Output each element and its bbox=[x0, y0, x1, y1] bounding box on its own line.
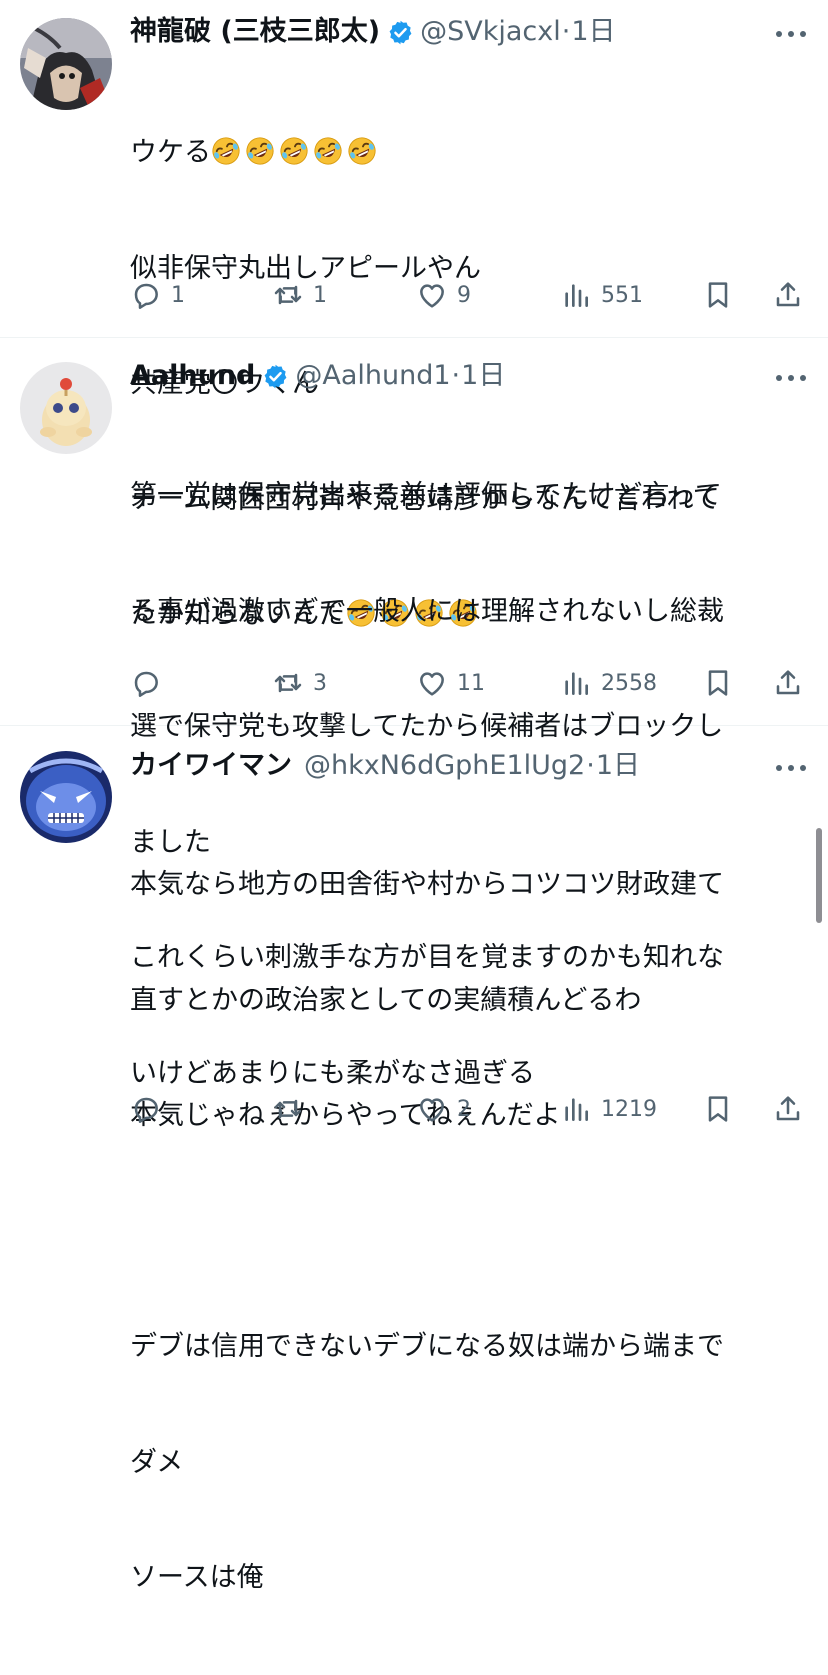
like-count: 9 bbox=[457, 282, 471, 308]
text-line: ウケる bbox=[130, 134, 798, 173]
heart-icon bbox=[420, 672, 444, 696]
separator: · bbox=[451, 360, 461, 391]
reply-button[interactable] bbox=[130, 1089, 171, 1129]
repost-count: 1 bbox=[313, 282, 327, 308]
verified-badge-icon bbox=[264, 364, 287, 388]
repost-icon bbox=[274, 1099, 302, 1119]
repost-icon bbox=[274, 285, 302, 305]
more-options-icon[interactable] bbox=[776, 373, 806, 383]
avatar[interactable] bbox=[20, 751, 112, 843]
views-button[interactable]: 2558 bbox=[560, 663, 657, 703]
avatar[interactable] bbox=[20, 362, 112, 454]
share-button[interactable] bbox=[772, 1089, 804, 1129]
separator: · bbox=[586, 750, 595, 781]
reply-button[interactable]: 1 bbox=[130, 275, 185, 315]
tweet-text: 本気なら地方の田舎街や村からコツコツ財政建て 直すとかの政治家としての実績積んど… bbox=[130, 789, 798, 1675]
display-name[interactable]: カイワイマン bbox=[130, 748, 292, 784]
repost-button[interactable]: 1 bbox=[272, 275, 327, 315]
avatar[interactable] bbox=[20, 18, 112, 110]
heart-icon bbox=[420, 284, 444, 308]
repost-button[interactable] bbox=[272, 1089, 313, 1129]
bookmark-icon bbox=[708, 670, 728, 696]
tweet-actions: 2 1219 bbox=[130, 1089, 806, 1129]
figurine-avatar-icon bbox=[20, 362, 112, 454]
tweet[interactable]: 神龍破 (三枝三郎太) @SVkjacxl · 1日 ウケる 似非保守丸出しアピ… bbox=[0, 0, 828, 630]
handle[interactable]: @SVkjacxl bbox=[420, 14, 561, 50]
reply-icon bbox=[134, 283, 158, 309]
view-count: 1219 bbox=[601, 1096, 657, 1122]
text-line bbox=[130, 1213, 798, 1252]
share-icon bbox=[776, 282, 800, 307]
views-chart-icon bbox=[565, 672, 588, 695]
timestamp[interactable]: 1日 bbox=[571, 14, 615, 50]
share-icon bbox=[776, 1096, 800, 1121]
views-button[interactable]: 551 bbox=[560, 275, 643, 315]
heart-icon bbox=[420, 1098, 444, 1122]
display-name[interactable]: Aalhund bbox=[130, 358, 255, 394]
bookmark-button[interactable] bbox=[702, 275, 734, 315]
share-button[interactable] bbox=[772, 275, 804, 315]
scrollbar[interactable] bbox=[816, 828, 822, 923]
reply-icon bbox=[134, 671, 158, 697]
rolling-laughing-emoji-icon bbox=[348, 137, 376, 165]
like-button[interactable]: 9 bbox=[416, 275, 471, 315]
handle[interactable]: @hkxN6dGphE1lUg2 bbox=[304, 748, 585, 784]
bookmark-icon bbox=[708, 1096, 728, 1122]
tweet-actions: 3 11 2558 bbox=[130, 663, 806, 703]
views-chart-icon bbox=[565, 284, 588, 307]
text-line: 直すとかの政治家としての実績積んどるわ bbox=[130, 984, 642, 1016]
separator: · bbox=[561, 16, 571, 47]
view-count: 551 bbox=[601, 282, 643, 308]
tweet[interactable]: Aalhund @Aalhund1 · 1日 第一党は保守党出来る前は評価してた… bbox=[0, 338, 828, 1089]
views-button[interactable]: 1219 bbox=[560, 1089, 657, 1129]
display-name[interactable]: 神龍破 (三枝三郎太) bbox=[130, 14, 380, 50]
like-count: 2 bbox=[457, 1096, 471, 1122]
bookmark-button[interactable] bbox=[702, 663, 734, 703]
text-line: ソースは俺 bbox=[130, 1562, 264, 1593]
rolling-laughing-emoji-icon bbox=[212, 137, 240, 165]
bookmark-button[interactable] bbox=[702, 1089, 734, 1129]
bookmark-icon bbox=[708, 282, 728, 308]
blue-monster-avatar-icon bbox=[20, 751, 112, 843]
text-line: 本気なら地方の田舎街や村からコツコツ財政建て bbox=[130, 869, 724, 900]
handle[interactable]: @Aalhund1 bbox=[295, 358, 450, 394]
tweet-actions: 1 1 9 551 bbox=[130, 275, 806, 315]
rolling-laughing-emoji-icon bbox=[314, 137, 342, 165]
views-chart-icon bbox=[565, 1098, 588, 1121]
view-count: 2558 bbox=[601, 670, 657, 696]
text-line: デブは信用できないデブになる奴は端から端まで bbox=[130, 1331, 724, 1362]
like-button[interactable]: 2 bbox=[416, 1089, 471, 1129]
repost-button[interactable]: 3 bbox=[272, 663, 327, 703]
repost-count: 3 bbox=[313, 670, 327, 696]
verified-badge-icon bbox=[389, 20, 412, 44]
like-count: 11 bbox=[457, 670, 485, 696]
tweet[interactable]: カイワイマン @hkxN6dGphE1lUg2 · 1日 本気なら地方の田舎街や… bbox=[0, 726, 828, 1593]
rolling-laughing-emoji-icon bbox=[280, 137, 308, 165]
text-line: 第一党は保守党出来る前は評価してたけど言って bbox=[130, 480, 722, 511]
text-line: る事が過激すぎて一般人には理解されないし総裁 bbox=[130, 595, 724, 627]
more-options-icon[interactable] bbox=[776, 29, 806, 39]
like-button[interactable]: 11 bbox=[416, 663, 485, 703]
rolling-laughing-emoji-icon bbox=[246, 137, 274, 165]
reply-button[interactable] bbox=[130, 663, 171, 703]
timestamp[interactable]: 1日 bbox=[461, 358, 505, 394]
demon-artwork-avatar-icon bbox=[20, 18, 112, 110]
repost-icon bbox=[274, 673, 302, 693]
timestamp[interactable]: 1日 bbox=[596, 748, 640, 784]
reply-icon bbox=[134, 1097, 158, 1123]
share-button[interactable] bbox=[772, 663, 804, 703]
text-line: ダメ bbox=[130, 1446, 184, 1478]
share-icon bbox=[776, 670, 800, 695]
more-options-icon[interactable] bbox=[776, 763, 806, 773]
reply-count: 1 bbox=[171, 282, 185, 308]
